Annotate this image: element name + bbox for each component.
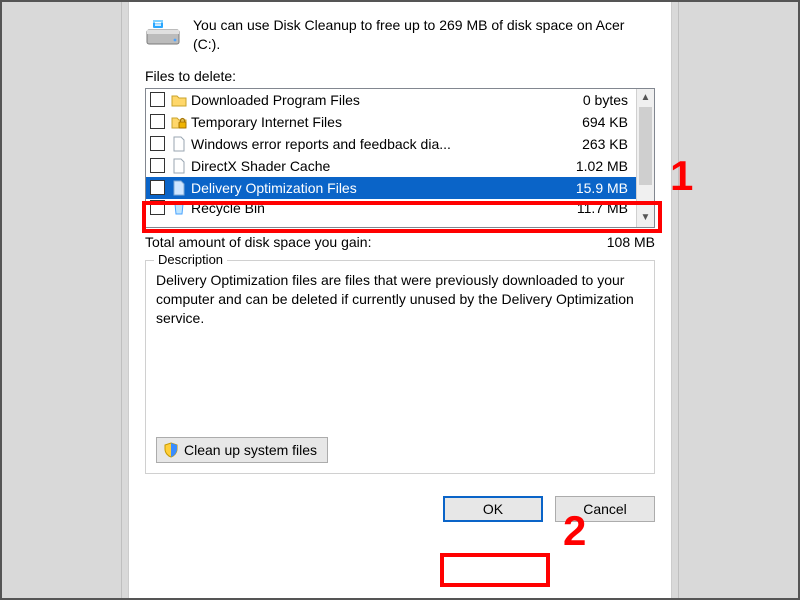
intro-row: You can use Disk Cleanup to free up to 2… [145, 16, 655, 54]
ok-button[interactable]: OK [443, 496, 543, 522]
list-item-label: Delivery Optimization Files [191, 180, 557, 196]
scroll-down-icon[interactable]: ▼ [637, 209, 654, 227]
checkbox[interactable] [150, 92, 165, 107]
list-item[interactable]: Downloaded Program Files 0 bytes [146, 89, 636, 111]
list-item-label: Temporary Internet Files [191, 114, 557, 130]
files-to-delete-label: Files to delete: [145, 68, 655, 84]
list-item[interactable]: Recycle Bin 11.7 MB [146, 199, 636, 217]
checkbox[interactable] [150, 200, 165, 215]
list-item-label: Windows error reports and feedback dia..… [191, 136, 557, 152]
list-item-label: Recycle Bin [191, 200, 557, 216]
ok-button-label: OK [483, 501, 503, 517]
list-item[interactable]: DirectX Shader Cache 1.02 MB [146, 155, 636, 177]
lock-folder-icon [171, 114, 187, 130]
background-left [2, 2, 122, 598]
list-item-size: 0 bytes [557, 92, 632, 108]
file-icon [171, 136, 187, 152]
list-item-size: 15.9 MB [557, 180, 632, 196]
list-item[interactable]: Temporary Internet Files 694 KB [146, 111, 636, 133]
scroll-up-icon[interactable]: ▲ [637, 89, 654, 107]
list-item-label: DirectX Shader Cache [191, 158, 557, 174]
file-icon [171, 180, 187, 196]
screenshot-frame: You can use Disk Cleanup to free up to 2… [0, 0, 800, 600]
file-icon [171, 158, 187, 174]
list-item[interactable]: Windows error reports and feedback dia..… [146, 133, 636, 155]
intro-text: You can use Disk Cleanup to free up to 2… [193, 16, 655, 54]
checkbox-checked[interactable]: ✓ [150, 180, 165, 195]
list-item-selected[interactable]: ✓ Delivery Optimization Files 15.9 MB [146, 177, 636, 199]
files-list-items: Downloaded Program Files 0 bytes Tempora… [146, 89, 636, 227]
scroll-thumb[interactable] [639, 107, 652, 185]
clean-up-system-files-button[interactable]: Clean up system files [156, 437, 328, 463]
recycle-bin-icon [171, 200, 187, 216]
disk-cleanup-dialog: You can use Disk Cleanup to free up to 2… [128, 2, 672, 598]
description-text: Delivery Optimization files are files th… [156, 271, 644, 328]
list-item-size: 11.7 MB [557, 200, 632, 216]
files-listbox[interactable]: Downloaded Program Files 0 bytes Tempora… [145, 88, 655, 228]
checkbox[interactable] [150, 158, 165, 173]
background-right [678, 2, 798, 598]
cancel-button[interactable]: Cancel [555, 496, 655, 522]
dialog-buttons: OK Cancel [145, 496, 655, 522]
cancel-button-label: Cancel [583, 501, 627, 517]
list-item-size: 263 KB [557, 136, 632, 152]
shield-icon [163, 442, 179, 458]
scrollbar[interactable]: ▲ ▼ [636, 89, 654, 227]
scroll-track[interactable] [637, 185, 654, 209]
folder-icon [171, 92, 187, 108]
total-label: Total amount of disk space you gain: [145, 234, 371, 250]
total-value: 108 MB [607, 234, 655, 250]
list-item-size: 1.02 MB [557, 158, 632, 174]
description-group: Description Delivery Optimization files … [145, 260, 655, 474]
list-item-label: Downloaded Program Files [191, 92, 557, 108]
checkbox[interactable] [150, 114, 165, 129]
clean-up-system-files-label: Clean up system files [184, 442, 317, 458]
checkbox[interactable] [150, 136, 165, 151]
disk-cleanup-icon [145, 16, 181, 48]
total-row: Total amount of disk space you gain: 108… [145, 234, 655, 250]
description-group-label: Description [154, 252, 227, 267]
list-item-size: 694 KB [557, 114, 632, 130]
